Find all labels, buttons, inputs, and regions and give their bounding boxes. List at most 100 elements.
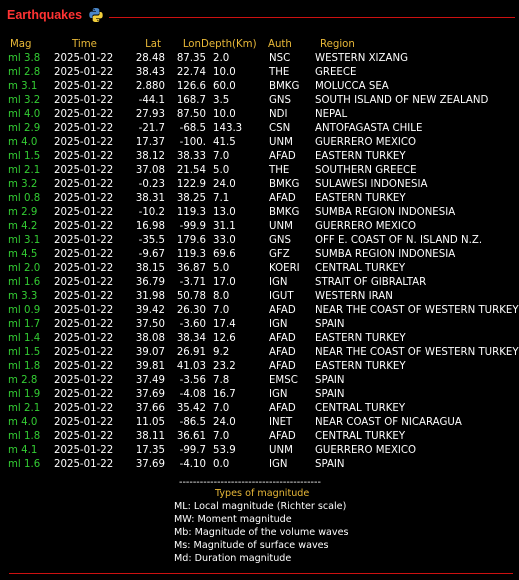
col-lat: Lat <box>145 39 161 50</box>
row-region: WESTERN XIZANG <box>315 53 409 64</box>
row-mag: ml 1.6 <box>8 459 41 470</box>
row-mag: m 3.1 <box>8 81 38 92</box>
row-lon: 35.42 <box>176 403 206 414</box>
row-lat: 28.48 <box>135 53 165 64</box>
row-lon: -4.08 <box>179 389 206 400</box>
row-time: 2025-01-22 <box>54 431 114 442</box>
row-time: 2025-01-22 <box>54 109 114 120</box>
row-lon: 21.54 <box>176 165 206 176</box>
row-time: 2025-01-22 <box>54 263 114 274</box>
row-depth: 143.3 <box>213 123 243 134</box>
row-mag: m 2.9 <box>8 207 38 218</box>
row-auth: AFAD <box>269 193 296 204</box>
row-region: GUERRERO MEXICO <box>315 221 417 232</box>
col-mag: Mag <box>10 39 32 50</box>
row-lat: 38.43 <box>135 67 165 78</box>
row-depth: 9.2 <box>213 347 230 358</box>
table-row: ml 3.1 2025-01-22 -35.5 179.6 33.0 GNS OFF E. … <box>0 235 519 249</box>
table-row: ml 1.6 2025-01-22 36.79 -3.71 17.0 IGN STRAIT … <box>0 277 519 291</box>
table-row: ml 2.9 2025-01-22 -21.7 -68.5 143.3 CSN ANTOFA… <box>0 123 519 137</box>
row-lon: -99.9 <box>179 221 206 232</box>
row-time: 2025-01-22 <box>54 305 114 316</box>
row-lat: 37.50 <box>135 319 165 330</box>
row-lat: 27.93 <box>135 109 165 120</box>
row-mag: ml 2.1 <box>8 165 41 176</box>
row-depth: 7.1 <box>213 193 230 204</box>
legend-item: Ms: Magnitude of surface waves <box>174 540 329 551</box>
header-divider <box>109 17 515 18</box>
row-mag: ml 1.5 <box>8 151 41 162</box>
row-lon: 87.50 <box>176 109 206 120</box>
row-auth: UNM <box>269 445 293 456</box>
row-lon: 38.34 <box>176 333 206 344</box>
row-region: CENTRAL TURKEY <box>315 263 406 274</box>
row-depth: 17.4 <box>213 319 236 330</box>
row-region: SPAIN <box>315 459 345 470</box>
row-time: 2025-01-22 <box>54 389 114 400</box>
row-auth: INET <box>269 417 293 428</box>
row-lat: 37.66 <box>135 403 165 414</box>
row-lon: 126.6 <box>176 81 206 92</box>
row-depth: 31.1 <box>213 221 236 232</box>
row-mag: ml 1.5 <box>8 347 41 358</box>
row-lat: 17.37 <box>135 137 165 148</box>
row-mag: m 3.2 <box>8 179 38 190</box>
legend-item: ML: Local magnitude (Richter scale) <box>174 501 347 512</box>
app-title: Earthquakes <box>7 8 83 22</box>
row-depth: 0.0 <box>213 459 230 470</box>
col-auth: Auth <box>268 39 292 50</box>
row-mag: ml 0.9 <box>8 305 41 316</box>
row-lon: -68.5 <box>179 123 206 134</box>
row-region: GUERRERO MEXICO <box>315 445 417 456</box>
row-mag: ml 1.8 <box>8 431 41 442</box>
row-time: 2025-01-22 <box>54 235 114 246</box>
row-mag: ml 2.9 <box>8 123 41 134</box>
row-lat: 16.98 <box>135 221 165 232</box>
row-region: WESTERN IRAN <box>315 291 393 302</box>
row-auth: THE <box>269 165 290 176</box>
row-mag: ml 3.1 <box>8 235 41 246</box>
row-region: NEPAL <box>315 109 348 120</box>
app-header: Earthquakes <box>0 6 519 28</box>
row-region: EASTERN TURKEY <box>315 193 406 204</box>
table-row: ml 3.2 2025-01-22 -44.1 168.7 3.5 GNS SOUTH IS… <box>0 95 519 109</box>
row-auth: IGN <box>269 319 288 330</box>
col-lon: Lon <box>182 39 201 50</box>
row-lat: -44.1 <box>138 95 165 106</box>
row-mag: ml 3.8 <box>8 53 41 64</box>
row-mag: ml 2.8 <box>8 67 41 78</box>
table-row: ml 1.4 2025-01-22 38.08 38.34 12.6 AFAD EASTER… <box>0 333 519 347</box>
row-lon: 22.74 <box>176 67 206 78</box>
row-mag: ml 1.4 <box>8 333 41 344</box>
table-row: m 4.0 2025-01-22 11.05 -86.5 24.0 INET NEAR CO… <box>0 417 519 431</box>
row-auth: BMKG <box>269 81 300 92</box>
row-auth: NSC <box>269 53 291 64</box>
row-mag: m 4.2 <box>8 221 38 232</box>
row-region: EASTERN TURKEY <box>315 361 406 372</box>
row-time: 2025-01-22 <box>54 459 114 470</box>
row-depth: 69.6 <box>213 249 236 260</box>
row-time: 2025-01-22 <box>54 193 114 204</box>
legend-item: Mb: Magnitude of the volume waves <box>174 527 349 538</box>
row-lat: 38.11 <box>135 431 165 442</box>
row-mag: ml 1.9 <box>8 389 41 400</box>
row-depth: 60.0 <box>213 81 236 92</box>
row-lon: 119.3 <box>176 207 206 218</box>
row-lat: 39.07 <box>135 347 165 358</box>
python-logo-icon <box>89 8 103 22</box>
row-mag: ml 3.2 <box>8 95 41 106</box>
row-auth: AFAD <box>269 403 296 414</box>
row-time: 2025-01-22 <box>54 319 114 330</box>
row-lat: 37.49 <box>135 375 165 386</box>
row-mag: m 4.5 <box>8 249 38 260</box>
row-time: 2025-01-22 <box>54 221 114 232</box>
row-time: 2025-01-22 <box>54 445 114 456</box>
table-row: m 4.2 2025-01-22 16.98 -99.9 31.1 UNM GUERRERO… <box>0 221 519 235</box>
row-auth: GFZ <box>269 249 290 260</box>
row-depth: 7.8 <box>213 375 230 386</box>
row-mag: ml 1.7 <box>8 319 41 330</box>
row-lat: 36.79 <box>135 277 165 288</box>
row-region: OFF E. COAST OF N. ISLAND N.Z. <box>315 235 483 246</box>
row-auth: BMKG <box>269 207 300 218</box>
row-mag: ml 1.8 <box>8 361 41 372</box>
